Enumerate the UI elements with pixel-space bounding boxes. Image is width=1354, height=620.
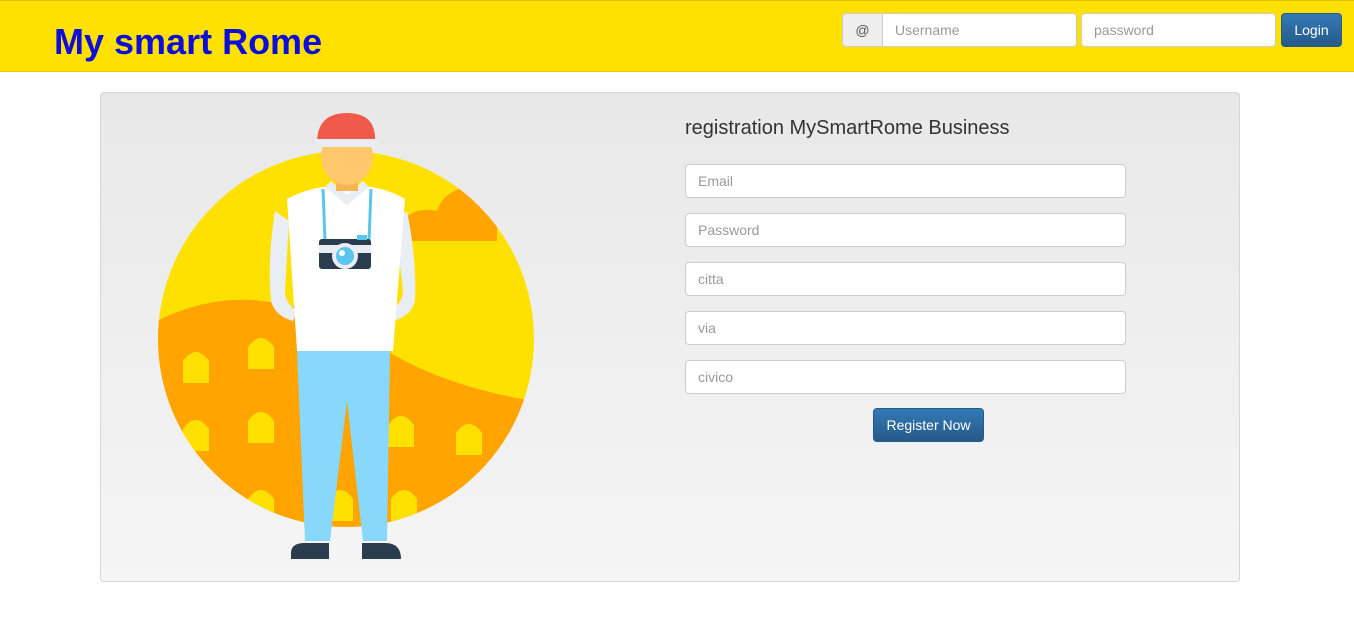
tourist-with-camera-colosseum-icon bbox=[158, 113, 534, 559]
register-now-button[interactable]: Register Now bbox=[873, 408, 984, 442]
citta-field[interactable] bbox=[685, 262, 1126, 296]
brand-title[interactable]: My smart Rome bbox=[54, 21, 322, 63]
registration-title: registration MySmartRome Business bbox=[685, 117, 1010, 139]
email-field[interactable] bbox=[685, 164, 1126, 198]
navbar: My smart Rome @ Login bbox=[0, 0, 1354, 72]
login-button[interactable]: Login bbox=[1281, 13, 1342, 47]
at-sign-addon: @ bbox=[842, 13, 882, 47]
header-password-input[interactable] bbox=[1081, 13, 1276, 47]
username-input-group: @ bbox=[842, 13, 1077, 47]
username-input[interactable] bbox=[882, 13, 1077, 47]
registration-panel: registration MySmartRome Business Regist… bbox=[100, 92, 1240, 582]
password-field[interactable] bbox=[685, 213, 1126, 247]
civico-field[interactable] bbox=[685, 360, 1126, 394]
via-field[interactable] bbox=[685, 311, 1126, 345]
